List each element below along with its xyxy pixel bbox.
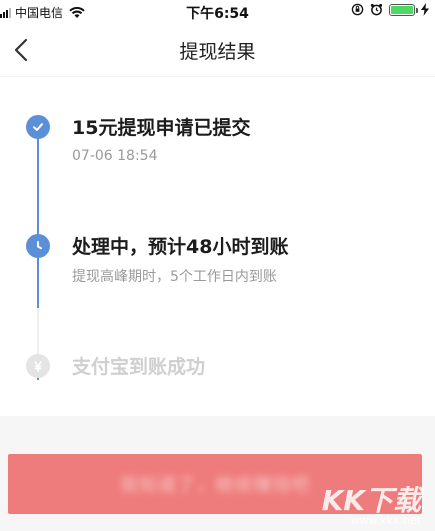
step-arrived-title: 支付宝到账成功 [72, 356, 206, 378]
page-title: 提现结果 [179, 41, 256, 63]
confirm-button-label: 我知道了，继续赚钱吧 [120, 475, 310, 496]
progress-timeline: 15元提现申请已提交 07-06 18:54 处理中，预计48小时到账 提现高峰… [0, 76, 435, 416]
step-processing-title: 处理中，预计48小时到账 [72, 236, 289, 258]
battery-icon [389, 3, 418, 16]
watermark-logo: KK下载 www.kkx.net [319, 471, 429, 527]
status-right [351, 3, 429, 16]
footer: 我知道了，继续赚钱吧 KK下载 www.kkx.net [0, 416, 435, 531]
step-submitted-title: 15元提现申请已提交 [72, 117, 251, 139]
yuan-icon [26, 354, 50, 378]
status-bar: 中国电信 下午6:54 [0, 0, 435, 24]
clock-icon [26, 234, 50, 258]
alarm-icon [370, 3, 383, 16]
watermark-url: www.kkx.net [350, 514, 421, 527]
step-submitted-time: 07-06 18:54 [72, 148, 158, 164]
step-processing-note: 提现高峰期时，5个工作日内到账 [72, 269, 277, 285]
check-icon [26, 115, 50, 139]
rotation-lock-icon [351, 3, 364, 16]
charging-icon [421, 3, 429, 16]
nav-bar: 提现结果 [0, 24, 435, 77]
watermark-text: KK下载 [321, 484, 421, 517]
